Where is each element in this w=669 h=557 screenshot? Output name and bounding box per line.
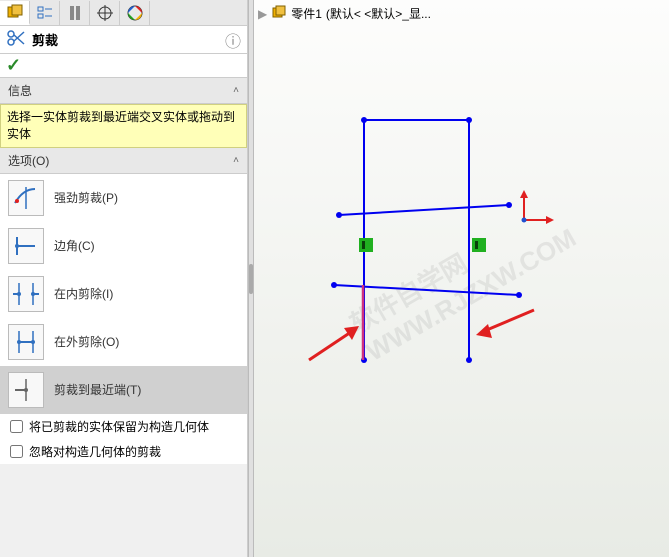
checkbox-input[interactable]	[10, 445, 23, 458]
command-title: 剪裁	[32, 30, 58, 49]
trim-outside-icon	[8, 324, 44, 360]
property-panel: 剪裁 ⓘ ✓ 信息 ˄ 选择一实体剪裁到最近端交叉实体或拖动到实体 选项(O) …	[0, 0, 248, 557]
panel-tabstrip	[0, 0, 247, 26]
sketch-point[interactable]	[516, 292, 522, 298]
option-label: 在内剪除(I)	[54, 285, 113, 302]
sketch-point[interactable]	[361, 117, 367, 123]
graphics-viewport[interactable]: ▶ 零件1 (默认< <默认>_显... 软件自学网 WWW.RJZXW.COM	[254, 0, 669, 557]
option-trim-outside[interactable]: 在外剪除(O)	[0, 318, 247, 366]
options-list: 强劲剪裁(P) 边角(C) 在内剪除(I) 在外剪除(O) 剪裁到最近端(T) …	[0, 174, 247, 464]
checkbox-label: 忽略对构造几何体的剪裁	[29, 443, 161, 460]
constraint-badge-icon[interactable]	[359, 238, 373, 252]
confirm-row: ✓	[0, 54, 247, 78]
tab-feature[interactable]	[0, 1, 30, 25]
tab-tree[interactable]	[30, 1, 60, 25]
confirm-icon[interactable]: ✓	[6, 55, 21, 76]
command-header: 剪裁 ⓘ	[0, 26, 247, 54]
tab-config[interactable]	[60, 1, 90, 25]
trim-nearest-icon	[8, 372, 44, 408]
option-label: 强劲剪裁(P)	[54, 189, 118, 206]
chevron-up-icon[interactable]: ˄	[233, 155, 239, 166]
trim-icon	[6, 29, 26, 50]
checkbox-input[interactable]	[10, 420, 23, 433]
info-section-header[interactable]: 信息 ˄	[0, 78, 247, 104]
options-section-header[interactable]: 选项(O) ˄	[0, 148, 247, 174]
option-corner[interactable]: 边角(C)	[0, 222, 247, 270]
checkbox-keep-construction[interactable]: 将已剪裁的实体保留为构造几何体	[0, 414, 247, 439]
origin-triad-icon	[520, 190, 554, 224]
option-label: 边角(C)	[54, 237, 95, 254]
corner-icon	[8, 228, 44, 264]
power-trim-icon	[8, 180, 44, 216]
option-trim-inside[interactable]: 在内剪除(I)	[0, 270, 247, 318]
checkbox-label: 将已剪裁的实体保留为构造几何体	[29, 418, 209, 435]
trim-inside-icon	[8, 276, 44, 312]
option-label: 在外剪除(O)	[54, 333, 119, 350]
sketch-point[interactable]	[331, 282, 337, 288]
tab-target[interactable]	[90, 1, 120, 25]
tab-appearance[interactable]	[120, 1, 150, 25]
annotation-arrow-icon	[309, 326, 359, 360]
options-section-title: 选项(O)	[8, 152, 49, 169]
option-trim-nearest[interactable]: 剪裁到最近端(T)	[0, 366, 247, 414]
sketch-point[interactable]	[336, 212, 342, 218]
sketch-point[interactable]	[506, 202, 512, 208]
annotation-arrow-icon	[476, 310, 534, 338]
sketch-point[interactable]	[466, 117, 472, 123]
chevron-up-icon[interactable]: ˄	[233, 85, 239, 96]
option-power-trim[interactable]: 强劲剪裁(P)	[0, 174, 247, 222]
help-icon[interactable]: ⓘ	[225, 28, 241, 52]
info-section-title: 信息	[8, 82, 32, 99]
option-label: 剪裁到最近端(T)	[54, 381, 141, 398]
info-message: 选择一实体剪裁到最近端交叉实体或拖动到实体	[0, 104, 247, 148]
sketch-point[interactable]	[466, 357, 472, 363]
constraint-badge-icon[interactable]	[472, 238, 486, 252]
checkbox-ignore-construction[interactable]: 忽略对构造几何体的剪裁	[0, 439, 247, 464]
sketch-canvas[interactable]	[254, 0, 669, 557]
